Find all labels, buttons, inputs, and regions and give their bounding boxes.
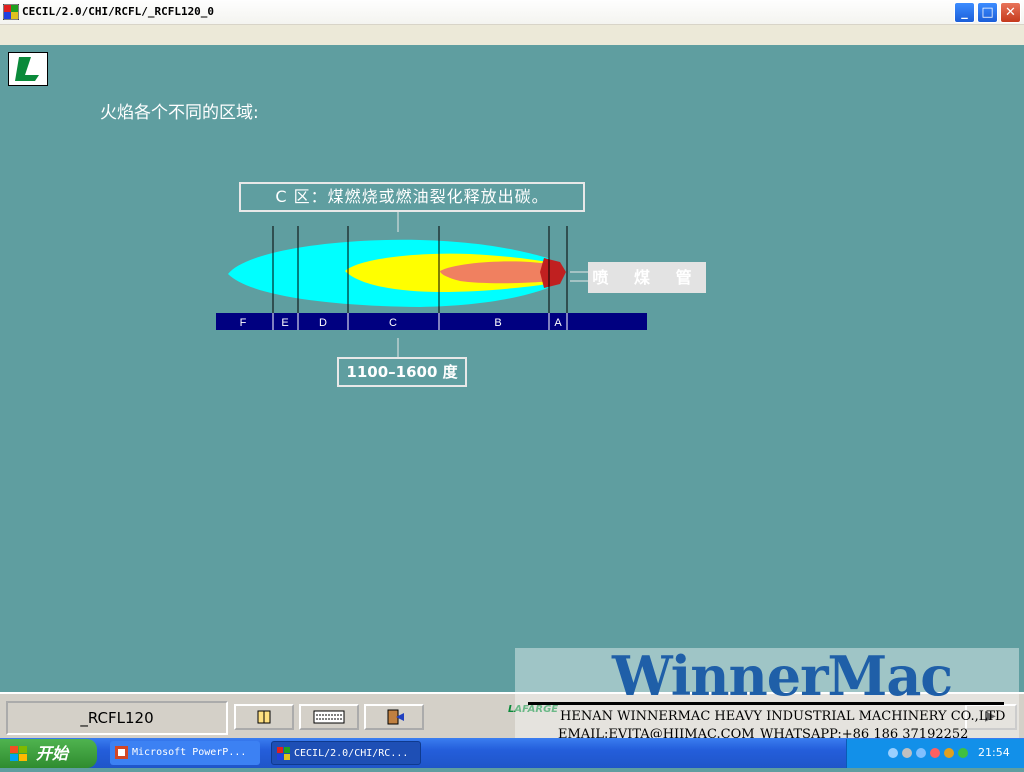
- tray-icon[interactable]: [916, 748, 926, 758]
- zone-label-b: B: [494, 317, 501, 329]
- start-button[interactable]: 开始: [0, 739, 97, 768]
- taskbar-item-powerpoint[interactable]: Microsoft PowerP...: [110, 741, 260, 765]
- book-button[interactable]: [234, 704, 294, 730]
- taskbar-item-label: Microsoft PowerP...: [132, 747, 247, 758]
- module-name-field: _RCFL120: [6, 701, 228, 735]
- burner-tip: [540, 258, 566, 288]
- start-label: 开始: [36, 744, 69, 763]
- tray-icon[interactable]: [958, 748, 968, 758]
- keyboard-icon: [313, 710, 345, 724]
- exit-button[interactable]: [364, 704, 424, 730]
- cecil-app-icon: [277, 747, 290, 760]
- watermark-rule: [528, 702, 1004, 705]
- taskbar-clock: 21:54: [978, 746, 1010, 759]
- zone-label-c: C: [389, 317, 397, 329]
- brand-initial: W: [612, 644, 672, 708]
- temperature-callout: 1100–1600 度: [337, 357, 467, 387]
- taskbar-item-label: CECIL/2.0/CHI/RC...: [294, 748, 409, 759]
- keyboard-button[interactable]: [299, 704, 359, 730]
- watermark-company: HENAN WINNERMAC HEAVY INDUSTRIAL MACHINE…: [560, 709, 1006, 724]
- exit-door-icon: [387, 709, 404, 725]
- flame-diagram: F E D C B A: [216, 212, 647, 357]
- tray-icon[interactable]: [944, 748, 954, 758]
- tray-icon[interactable]: [902, 748, 912, 758]
- taskbar-item-cecil[interactable]: CECIL/2.0/CHI/RC...: [271, 741, 421, 765]
- book-icon: [257, 710, 271, 724]
- burner-pipe-label: 喷 煤 管: [588, 262, 706, 293]
- zone-label-e: E: [281, 317, 288, 329]
- tray-icon[interactable]: [930, 748, 940, 758]
- brand-rest: innerMac: [670, 644, 953, 708]
- zone-label-d: D: [319, 317, 327, 329]
- watermark-brand-logo: WinnerMac: [612, 644, 953, 708]
- zone-label-a: A: [554, 317, 562, 329]
- zone-label-f: F: [240, 317, 247, 329]
- tray-icons: [888, 748, 968, 758]
- zone-c-callout: C 区：煤燃烧或燃油裂化释放出碳。: [239, 182, 585, 212]
- powerpoint-icon: [115, 746, 128, 759]
- tray-icon[interactable]: [888, 748, 898, 758]
- windows-flag-icon: [10, 746, 27, 761]
